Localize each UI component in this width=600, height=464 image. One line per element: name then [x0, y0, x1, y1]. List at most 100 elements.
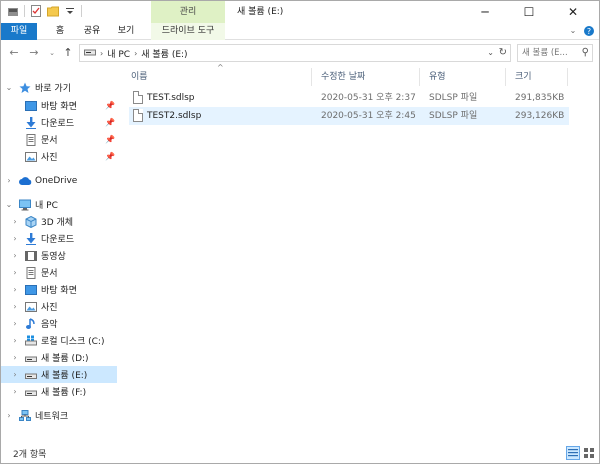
chevron-right-icon[interactable]: ›: [11, 234, 19, 243]
chevron-right-icon[interactable]: ›: [11, 268, 19, 277]
column-header-name[interactable]: 이름: [131, 68, 148, 86]
nav-item-3d-objects[interactable]: › 3D 개체: [1, 213, 117, 230]
nav-label: 네트워크: [35, 412, 69, 422]
column-header-date[interactable]: 수정한 날짜: [321, 68, 365, 86]
windows-drive-icon: [25, 335, 37, 347]
nav-item-pictures-quick[interactable]: 사진 📌: [1, 148, 117, 165]
search-input[interactable]: 새 볼륨 (E... ⚲: [517, 44, 593, 62]
chevron-right-icon[interactable]: ›: [11, 217, 19, 226]
chevron-right-icon[interactable]: ›: [5, 411, 13, 420]
nav-item-quick-access[interactable]: ⌄ 바로 가기: [1, 79, 117, 96]
back-arrow-icon[interactable]: ←: [7, 46, 21, 60]
address-dropdown-icon[interactable]: ⌄: [487, 48, 494, 57]
chevron-right-icon[interactable]: ›: [11, 319, 19, 328]
nav-item-onedrive[interactable]: › OneDrive: [1, 172, 117, 189]
chevron-right-icon[interactable]: ›: [11, 336, 19, 345]
table-row[interactable]: TEST2.sdlsp 2020-05-31 오후 2:45 SDLSP 파일 …: [129, 107, 569, 125]
chevron-right-icon[interactable]: ›: [11, 370, 19, 379]
network-icon: [19, 409, 31, 422]
drive-icon: [25, 386, 37, 398]
nav-label: 동영상: [41, 252, 66, 262]
pin-icon[interactable]: 📌: [105, 101, 115, 110]
nav-item-pictures[interactable]: › 사진: [1, 298, 117, 315]
close-button[interactable]: ✕: [551, 1, 595, 23]
svg-text:?: ?: [587, 27, 591, 36]
chevron-down-icon[interactable]: ⌄: [5, 83, 13, 92]
navigation-pane: ⌄ 바로 가기 바탕 화면 📌 다운로드 📌 문서 📌 사진 📌 › OneDr…: [1, 65, 119, 443]
file-date: 2020-05-31 오후 2:45: [321, 111, 416, 121]
forward-arrow-icon[interactable]: →: [27, 46, 41, 60]
desktop-icon: [25, 284, 37, 296]
maximize-icon: ☐: [523, 5, 535, 19]
chevron-right-icon[interactable]: ›: [11, 285, 19, 294]
large-icons-view-button[interactable]: [582, 446, 596, 460]
nav-item-desktop[interactable]: › 바탕 화면: [1, 281, 117, 298]
music-icon: [25, 317, 37, 330]
nav-item-volume-e[interactable]: › 새 볼륨 (E:): [1, 366, 117, 383]
download-icon: [25, 116, 37, 129]
chevron-right-icon[interactable]: ›: [11, 353, 19, 362]
nav-item-volume-f[interactable]: › 새 볼륨 (F:): [1, 383, 117, 400]
nav-label: 바로 가기: [35, 84, 71, 94]
nav-item-downloads[interactable]: › 다운로드: [1, 230, 117, 247]
breadcrumb-volume[interactable]: 새 볼륨 (E:): [141, 47, 187, 60]
navigation-bar: ← → ⌄ ↑ › 내 PC › 새 볼륨 (E:) ⌄ ↻ 새 볼륨 (E..…: [1, 41, 599, 65]
breadcrumb-this-pc[interactable]: 내 PC: [107, 47, 130, 60]
tab-drive-tools[interactable]: 드라이브 도구: [151, 23, 225, 40]
nav-item-downloads-quick[interactable]: 다운로드 📌: [1, 114, 117, 131]
pin-icon[interactable]: 📌: [105, 135, 115, 144]
vertical-scrollbar[interactable]: [589, 65, 599, 443]
table-row[interactable]: TEST.sdlsp 2020-05-31 오후 2:37 SDLSP 파일 2…: [129, 89, 569, 107]
nav-label: 문서: [41, 269, 58, 279]
nav-label: OneDrive: [35, 175, 78, 186]
column-header-type[interactable]: 유형: [429, 68, 446, 86]
nav-item-videos[interactable]: › 동영상: [1, 247, 117, 264]
expand-ribbon-icon[interactable]: ⌄: [567, 25, 579, 37]
file-name: TEST.sdlsp: [147, 93, 195, 103]
new-folder-icon[interactable]: [47, 5, 59, 17]
video-icon: [25, 250, 37, 262]
sort-caret-icon: ^: [217, 63, 224, 72]
nav-item-documents-quick[interactable]: 문서 📌: [1, 131, 117, 148]
nav-item-local-disk-c[interactable]: › 로컬 디스크 (C:): [1, 332, 117, 349]
file-type: SDLSP 파일: [429, 111, 478, 121]
nav-label: 사진: [41, 303, 58, 313]
nav-label: 사진: [41, 153, 58, 163]
chevron-down-icon[interactable]: ⌄: [5, 200, 13, 209]
pin-icon[interactable]: 📌: [105, 118, 115, 127]
pictures-icon: [25, 301, 37, 313]
properties-icon[interactable]: [30, 5, 42, 17]
details-view-button[interactable]: [566, 446, 580, 460]
nav-item-documents[interactable]: › 문서: [1, 264, 117, 281]
refresh-icon[interactable]: ↻: [499, 47, 507, 58]
up-arrow-icon[interactable]: ↑: [61, 46, 75, 60]
ribbon-tabs: 파일 홈 공유 보기 드라이브 도구 ⌄ ?: [1, 23, 599, 40]
nav-item-network[interactable]: › 네트워크: [1, 407, 117, 424]
tab-share[interactable]: 공유: [79, 23, 105, 40]
minimize-icon: ─: [481, 5, 489, 19]
column-header-size[interactable]: 크기: [515, 68, 532, 86]
tab-file[interactable]: 파일: [1, 23, 37, 40]
recent-locations-icon[interactable]: ⌄: [45, 46, 59, 60]
context-tab-manage[interactable]: 관리: [151, 1, 225, 23]
help-icon[interactable]: ?: [583, 25, 595, 37]
pin-icon[interactable]: 📌: [105, 152, 115, 161]
nav-item-desktop-quick[interactable]: 바탕 화면 📌: [1, 97, 117, 114]
tab-view[interactable]: 보기: [113, 23, 139, 40]
minimize-button[interactable]: ─: [463, 1, 507, 23]
address-bar[interactable]: › 내 PC › 새 볼륨 (E:) ⌄ ↻: [79, 44, 511, 62]
tab-home[interactable]: 홈: [49, 23, 71, 40]
nav-label: 로컬 디스크 (C:): [41, 337, 105, 347]
chevron-right-icon[interactable]: ›: [5, 176, 13, 185]
large-icons-view-icon: [584, 448, 594, 458]
chevron-right-icon[interactable]: ›: [11, 302, 19, 311]
nav-item-volume-d[interactable]: › 새 볼륨 (D:): [1, 349, 117, 366]
customize-qat-icon[interactable]: [64, 5, 76, 17]
desktop-icon: [25, 100, 37, 112]
nav-item-music[interactable]: › 음악: [1, 315, 117, 332]
chevron-right-icon[interactable]: ›: [11, 387, 19, 396]
status-bar: 2개 항목: [1, 443, 599, 463]
maximize-button[interactable]: ☐: [507, 1, 551, 23]
nav-item-this-pc[interactable]: ⌄ 내 PC: [1, 196, 117, 213]
chevron-right-icon[interactable]: ›: [11, 251, 19, 260]
